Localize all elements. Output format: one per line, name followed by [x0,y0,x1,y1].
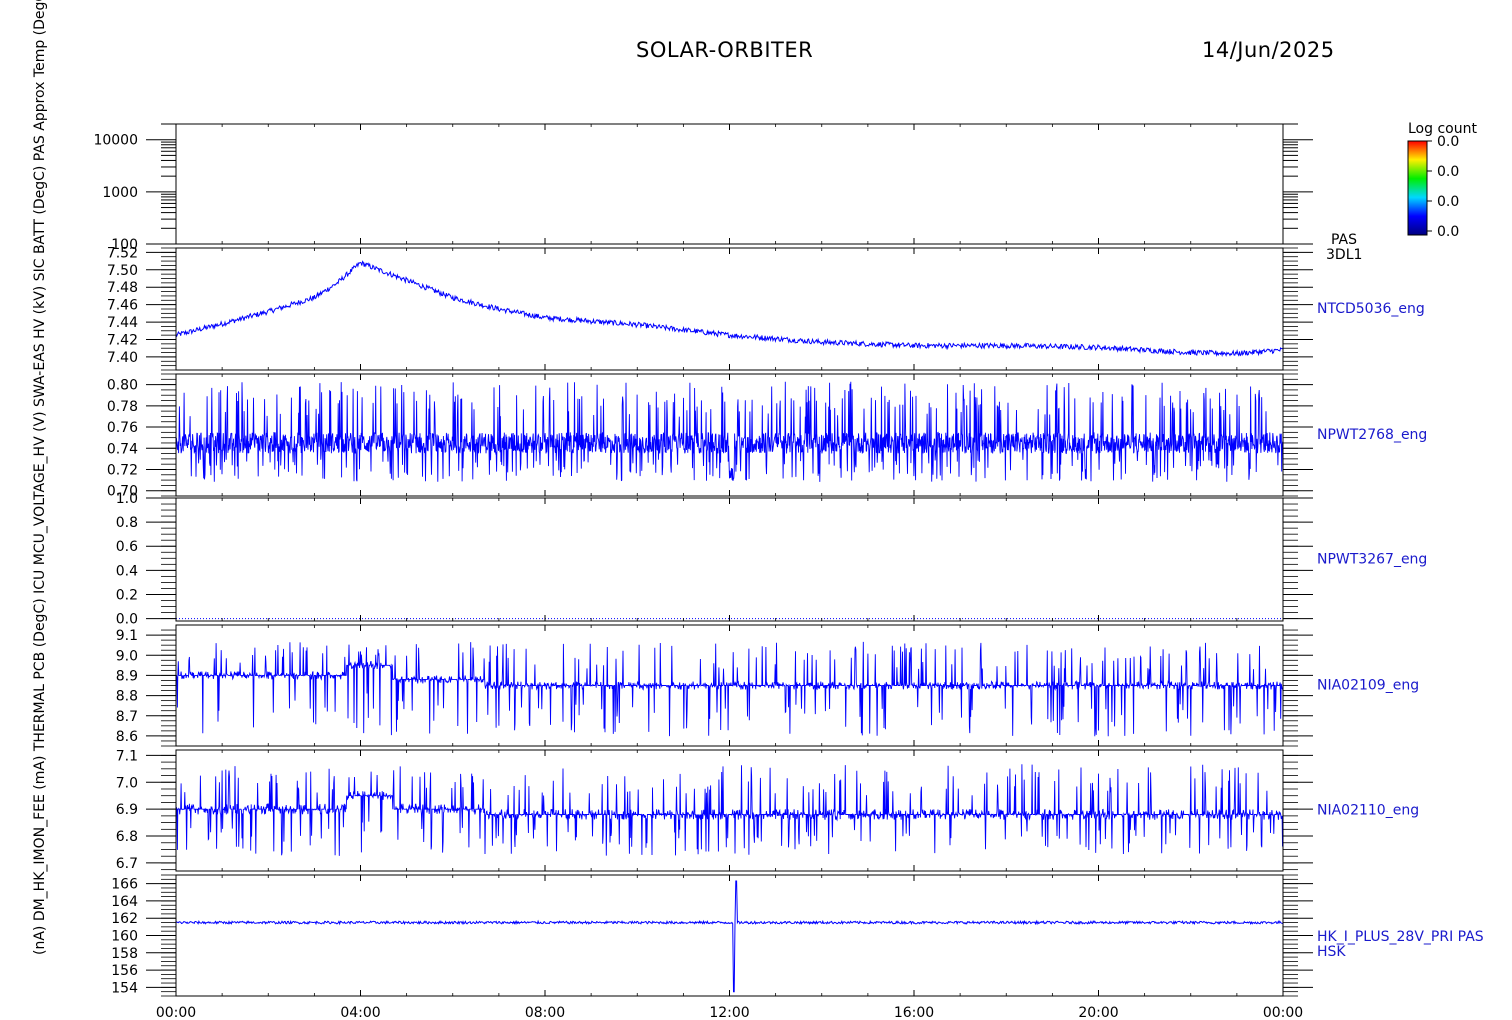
series-label: HK_I_PLUS_28V_PRI PAS [1317,929,1484,945]
y-tick-label: 7.44 [107,315,138,331]
x-tick-label: 08:00 [525,1005,565,1020]
y-tick-label: 1000 [102,185,138,201]
y-tick-label: 9.1 [116,628,138,644]
y-tick-label: 7.1 [116,748,138,764]
y-axis-label: (nA) DM_HK_IMON_FEE (mA) THERMAL PCB (De… [32,0,48,955]
series-label-sub: HSK [1317,944,1346,960]
y-tick-label: 8.8 [116,689,138,705]
x-tick-label: 20:00 [1078,1005,1118,1020]
panel-5 [146,624,1313,747]
panel-frame [175,497,1284,622]
series-label: NPWT2768_eng [1317,427,1427,443]
y-tick-label: 162 [111,911,138,927]
panel-7 [146,874,1313,997]
series-label: NPWT3267_eng [1317,552,1427,568]
y-tick-label: 7.50 [107,263,138,279]
y-tick-label: 0.72 [107,462,138,478]
y-tick-label: 0.6 [116,539,138,555]
y-tick-label: 0.78 [107,399,138,415]
x-tick-label: 04:00 [340,1005,380,1020]
y-tick-label: 0.0 [116,612,138,628]
y-tick-label: 8.6 [116,729,138,745]
colorbar-tick-label: 0.0 [1437,224,1459,240]
panel-4 [146,497,1313,622]
panel-6 [146,749,1313,872]
y-tick-label: 166 [111,877,138,893]
y-tick-label: 6.9 [116,802,138,818]
panel-frame [175,247,1284,371]
colorbar [1407,140,1432,236]
y-tick-label: 160 [111,929,138,945]
colorbar-gradient [1407,140,1428,236]
panel-label: PAS [1331,232,1357,248]
stacked-timeseries-plot: 100001000100 PAS3DL17.527.507.487.467.447… [32,0,1484,1020]
series-trace [176,764,1283,856]
y-tick-label: 164 [111,894,138,910]
y-tick-label: 7.42 [107,333,138,349]
panel-frame [175,874,1284,997]
y-tick-label: 7.40 [107,350,138,366]
x-tick-label: 00:00 [1263,1005,1303,1020]
series-trace [176,260,1283,358]
y-tick-label: 0.2 [116,587,138,603]
colorbar-tick-label: 0.0 [1437,134,1459,150]
panel-3 [146,373,1313,497]
y-tick-label: 7.48 [107,280,138,296]
x-tick-label: 16:00 [894,1005,934,1020]
panel-frame [175,123,1284,245]
y-tick-label: 158 [111,946,138,962]
series-trace [176,641,1283,737]
series-trace [176,880,1283,993]
y-tick-label: 7.52 [107,245,138,261]
y-tick-label: 156 [111,963,138,979]
colorbar-tick-label: 0.0 [1437,194,1459,210]
colorbar-tick-label: 0.0 [1437,164,1459,180]
y-tick-label: 0.8 [116,515,138,531]
y-tick-label: 9.0 [116,648,138,664]
series-label: NIA02110_eng [1317,803,1419,819]
y-tick-label: 154 [111,980,138,996]
y-tick-label: 0.4 [116,563,138,579]
y-tick-label: 7.46 [107,298,138,314]
series-label: NIA02109_eng [1317,678,1419,694]
y-tick-label: 8.7 [116,709,138,725]
series-label: NTCD5036_eng [1317,301,1425,317]
y-tick-label: 1.0 [116,491,138,507]
panel-frame [175,749,1284,872]
panel-2 [146,247,1313,371]
x-tick-label: 00:00 [156,1005,196,1020]
y-tick-label: 10000 [93,133,138,149]
y-tick-label: 8.9 [116,668,138,684]
y-tick-label: 0.80 [107,378,138,394]
y-tick-label: 0.76 [107,420,138,436]
y-tick-label: 7.0 [116,775,138,791]
y-tick-label: 6.7 [116,856,138,872]
panel-label-sub: 3DL1 [1326,247,1362,263]
x-tick-label: 12:00 [709,1005,749,1020]
series-trace [176,381,1283,482]
y-tick-label: 0.74 [107,441,138,457]
panel-1 [146,123,1313,245]
y-tick-label: 6.8 [116,829,138,845]
